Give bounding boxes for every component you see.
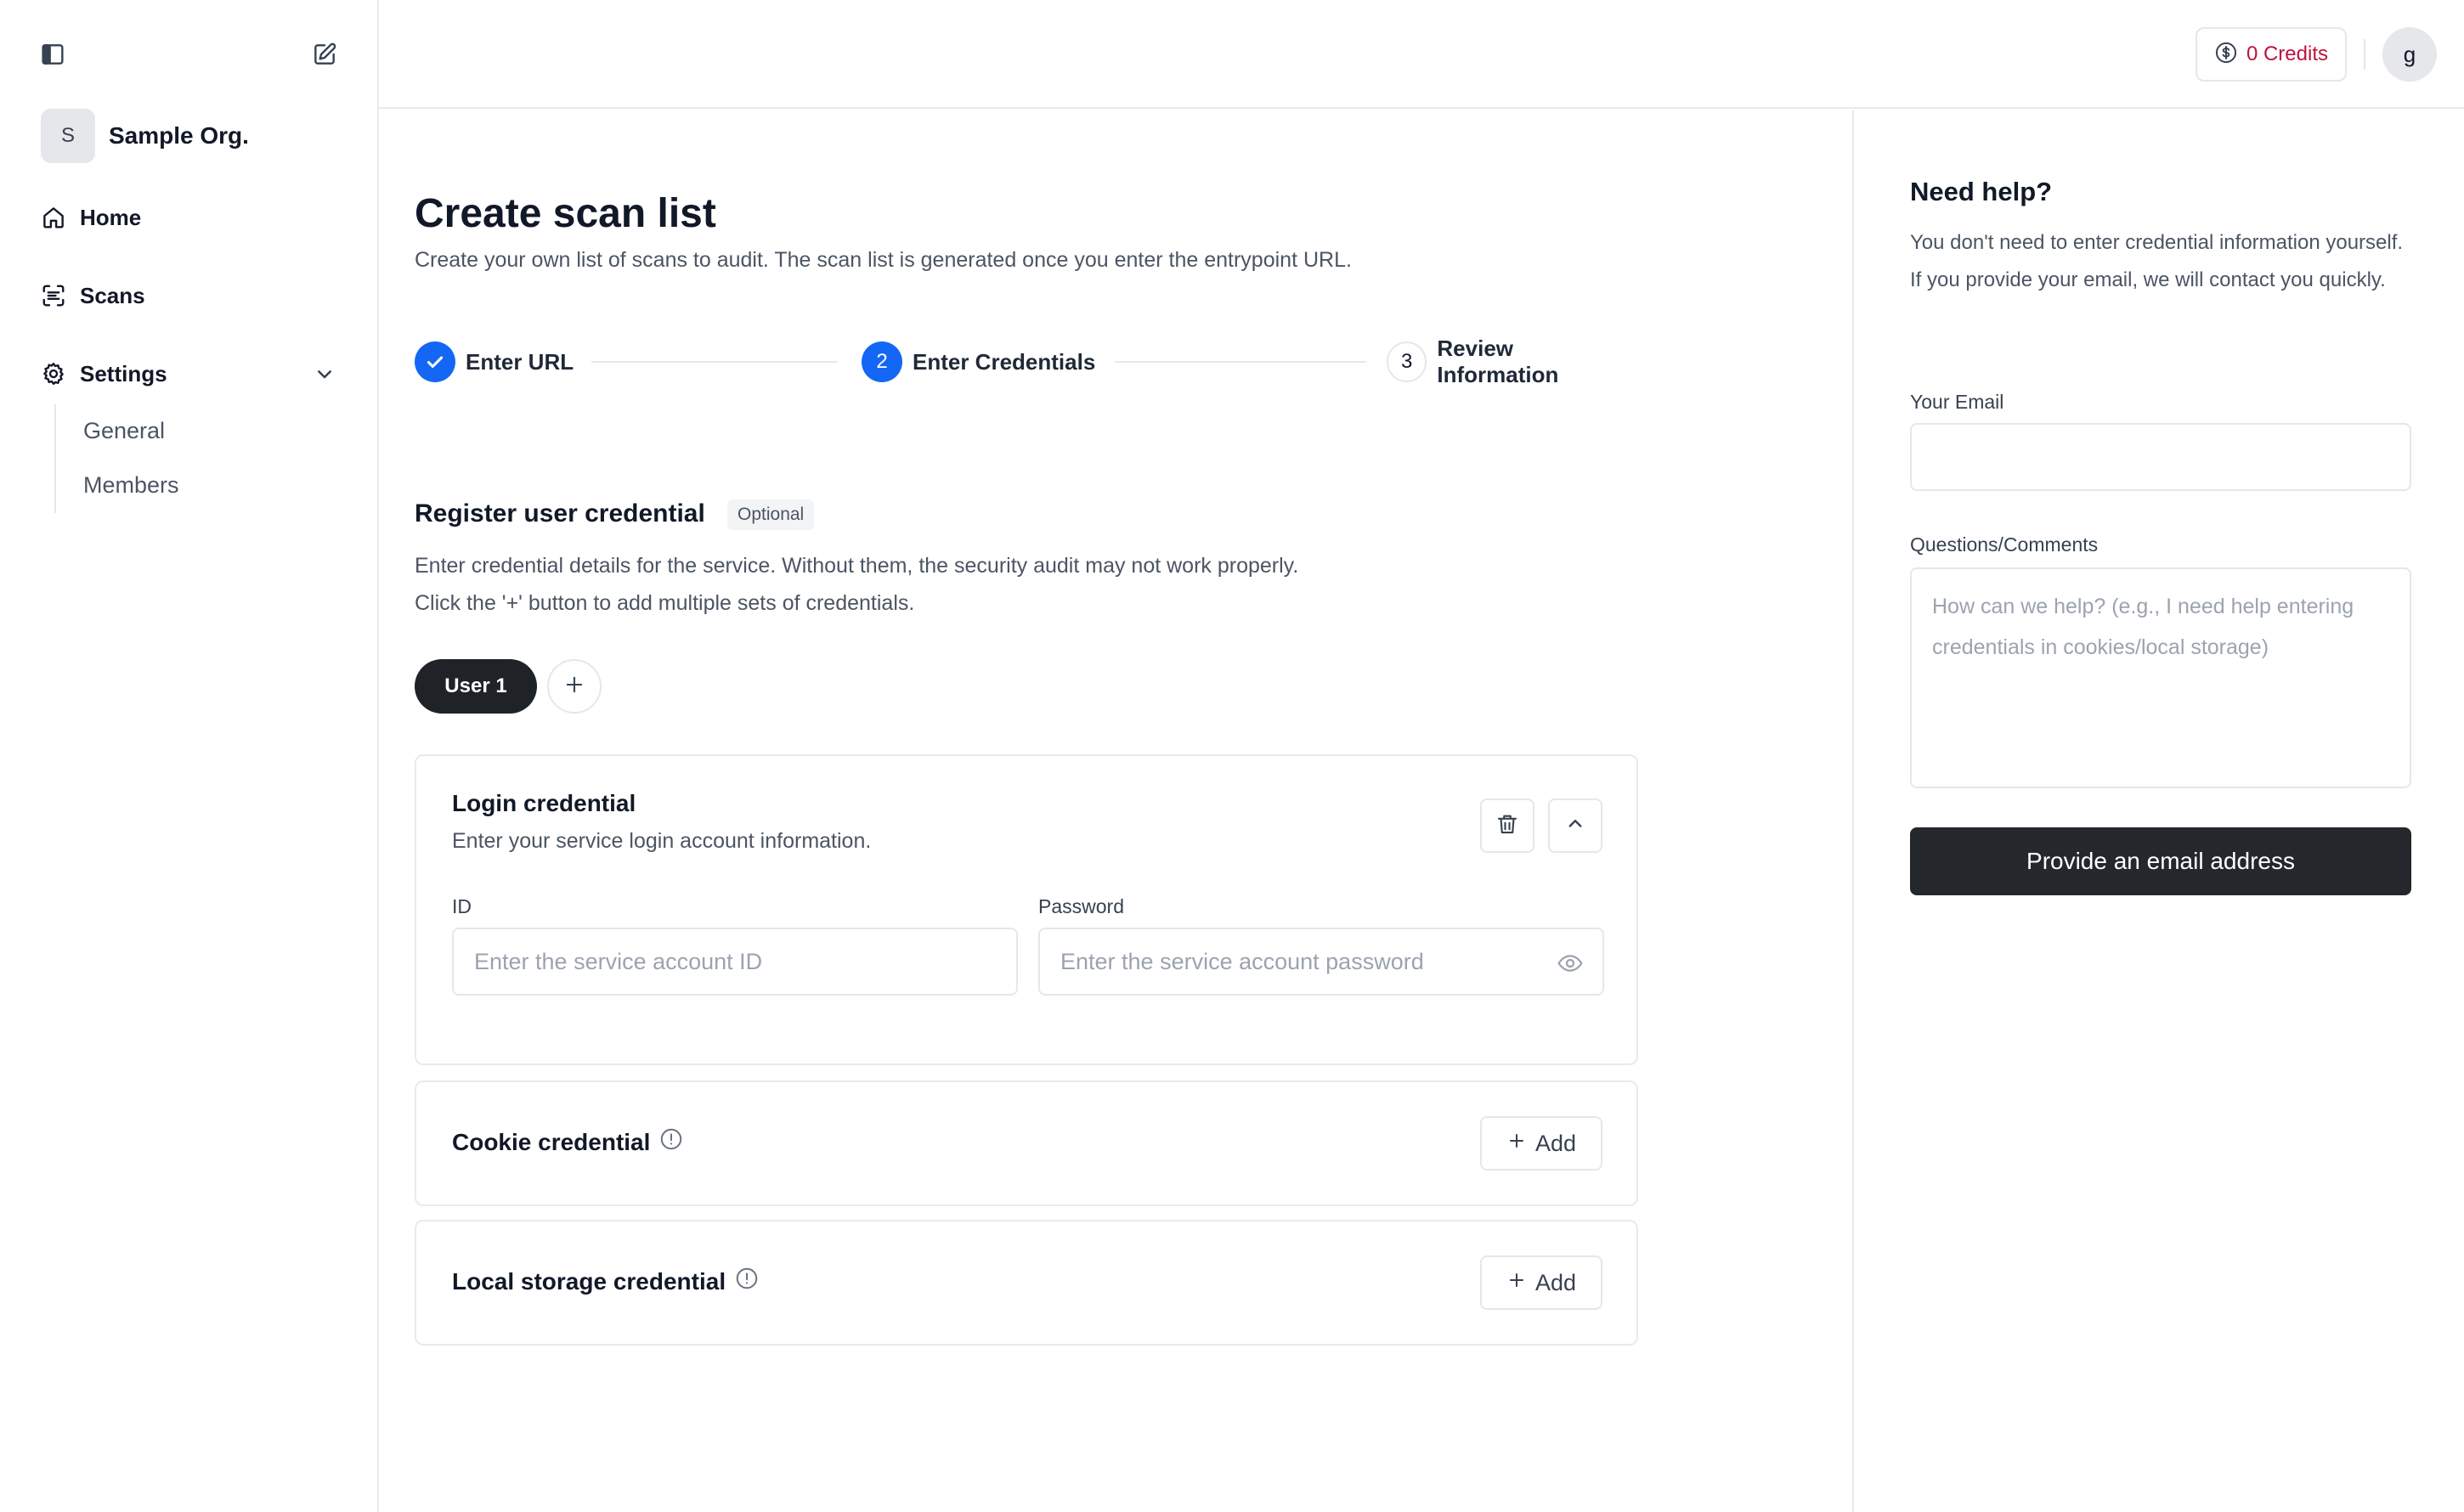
org-avatar: S xyxy=(41,109,95,163)
step-number: 2 xyxy=(862,341,902,382)
top-bar: 0 Credits g xyxy=(379,0,2464,109)
credits-button[interactable]: 0 Credits xyxy=(2195,27,2347,82)
local-storage-credential-title: Local storage credential xyxy=(452,1267,726,1295)
page-subtitle: Create your own list of scans to audit. … xyxy=(415,248,1352,272)
password-input[interactable]: Enter the service account password xyxy=(1038,928,1604,996)
cookie-credential-title: Cookie credential xyxy=(452,1128,651,1155)
comments-placeholder: How can we help? (e.g., I need help ente… xyxy=(1932,595,2354,659)
sidebar-item-label: Settings xyxy=(80,360,167,386)
provide-email-button[interactable]: Provide an email address xyxy=(1910,827,2411,895)
id-input[interactable]: Enter the service account ID xyxy=(452,928,1018,996)
step-number: 3 xyxy=(1387,341,1427,382)
local-storage-credential-header: Local storage credential xyxy=(452,1266,760,1297)
register-title: Register user credential xyxy=(415,499,705,528)
scan-icon xyxy=(39,281,68,310)
delete-credential-button[interactable] xyxy=(1480,798,1534,853)
sidebar-item-scans[interactable]: Scans xyxy=(39,275,338,316)
sidebar-subitem-members[interactable]: Members xyxy=(83,472,179,499)
tab-user-1[interactable]: User 1 xyxy=(415,659,537,714)
check-icon xyxy=(415,341,455,382)
sidebar-item-settings[interactable]: Settings xyxy=(39,353,338,394)
add-label: Add xyxy=(1534,1130,1577,1156)
login-credential-desc: Enter your service login account informa… xyxy=(452,829,872,853)
cookie-credential-card: Cookie credential Add xyxy=(415,1080,1638,1206)
sidebar-item-home[interactable]: Home xyxy=(39,197,338,238)
sidebar-item-label: Home xyxy=(80,204,142,230)
add-label: Add xyxy=(1534,1269,1577,1295)
eye-icon[interactable] xyxy=(1557,950,1584,977)
password-placeholder: Enter the service account password xyxy=(1060,948,1424,974)
login-credential-card: Login credential Enter your service logi… xyxy=(415,754,1638,1065)
plus-icon xyxy=(1506,1270,1527,1296)
step-connector xyxy=(591,361,838,363)
register-description: Enter credential details for the service… xyxy=(415,547,1298,622)
sidebar-subitem-general[interactable]: General xyxy=(83,418,165,444)
step-enter-url[interactable]: Enter URL xyxy=(415,341,574,382)
gear-icon xyxy=(39,359,68,388)
step-label: Enter URL xyxy=(466,348,574,375)
topbar-divider xyxy=(2364,39,2365,70)
org-name: Sample Org. xyxy=(109,122,249,149)
comments-textarea[interactable]: How can we help? (e.g., I need help ente… xyxy=(1910,567,2411,788)
email-field[interactable] xyxy=(1910,423,2411,491)
main-content: Create scan list Create your own list of… xyxy=(379,110,1854,1512)
email-label: Your Email xyxy=(1910,391,2004,413)
step-connector xyxy=(1115,361,1366,363)
plus-icon xyxy=(562,673,586,701)
user-avatar[interactable]: g xyxy=(2382,27,2437,82)
id-placeholder: Enter the service account ID xyxy=(474,948,763,974)
chevron-down-icon[interactable] xyxy=(311,360,338,387)
id-label: ID xyxy=(452,895,472,917)
login-credential-title: Login credential xyxy=(452,790,636,816)
step-review-information[interactable]: 3 Review Information xyxy=(1387,336,1638,387)
new-edit-icon[interactable] xyxy=(311,41,338,68)
step-enter-credentials[interactable]: 2 Enter Credentials xyxy=(862,341,1095,382)
help-panel: Need help? You don't need to enter crede… xyxy=(1852,110,2464,1512)
help-title: Need help? xyxy=(1910,177,2053,206)
register-desc-line: Enter credential details for the service… xyxy=(415,554,1299,578)
password-label: Password xyxy=(1038,895,1124,917)
cookie-credential-header: Cookie credential xyxy=(452,1126,684,1158)
sidebar-toggle-icon[interactable] xyxy=(39,41,66,68)
page-title: Create scan list xyxy=(415,191,716,236)
trash-icon xyxy=(1495,811,1520,841)
local-storage-credential-card: Local storage credential Add xyxy=(415,1220,1638,1346)
step-label: Enter Credentials xyxy=(913,348,1096,375)
info-icon[interactable] xyxy=(734,1266,760,1297)
stepper: Enter URL 2 Enter Credentials 3 Review I… xyxy=(415,336,1638,387)
chevron-up-icon xyxy=(1563,811,1588,841)
sidebar: S Sample Org. Home Scans Settings Genera… xyxy=(0,0,379,1512)
info-icon[interactable] xyxy=(658,1126,684,1158)
org-switcher[interactable]: S Sample Org. xyxy=(41,109,249,163)
step-label: Review Information xyxy=(1437,336,1559,387)
add-local-storage-button[interactable]: Add xyxy=(1480,1255,1602,1310)
sidebar-item-label: Scans xyxy=(80,282,145,308)
optional-badge: Optional xyxy=(727,499,815,530)
collapse-card-button[interactable] xyxy=(1548,798,1602,853)
help-description: You don't need to enter credential infor… xyxy=(1910,231,2404,291)
credits-label: 0 Credits xyxy=(2246,42,2328,65)
plus-icon xyxy=(1506,1131,1527,1157)
dollar-coin-icon xyxy=(2214,41,2238,69)
add-cookie-button[interactable]: Add xyxy=(1480,1116,1602,1171)
home-icon xyxy=(39,203,68,232)
comments-label: Questions/Comments xyxy=(1910,533,2099,556)
settings-submenu: General Members xyxy=(54,404,309,513)
register-desc-line: Click the '+' button to add multiple set… xyxy=(415,591,915,615)
add-user-button[interactable] xyxy=(547,659,602,714)
